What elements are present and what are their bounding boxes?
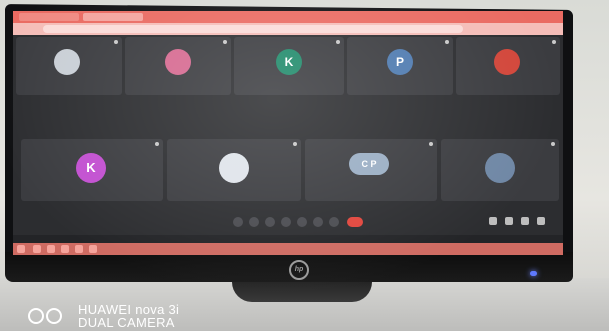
participant-tile[interactable] bbox=[167, 139, 301, 201]
browser-tab[interactable] bbox=[83, 13, 143, 21]
captions-icon[interactable] bbox=[281, 217, 291, 227]
power-led-icon bbox=[530, 271, 537, 276]
participant-tile[interactable] bbox=[16, 37, 122, 95]
address-bar[interactable] bbox=[43, 25, 463, 33]
monitor-screen: K P K C P bbox=[13, 11, 563, 255]
participant-tile[interactable]: K bbox=[234, 37, 344, 95]
chat-icon[interactable] bbox=[521, 217, 529, 225]
participant-avatar: P bbox=[387, 49, 413, 75]
taskbar-app-icon[interactable] bbox=[33, 245, 41, 253]
taskbar-app-icon[interactable] bbox=[47, 245, 55, 253]
participant-avatar bbox=[165, 49, 191, 75]
info-icon[interactable] bbox=[489, 217, 497, 225]
participant-avatar: K bbox=[76, 153, 106, 183]
end-call-button[interactable] bbox=[347, 217, 363, 227]
participant-avatar bbox=[54, 49, 80, 75]
os-taskbar bbox=[13, 243, 563, 255]
pin-icon[interactable] bbox=[552, 40, 556, 44]
hp-logo-icon: hp bbox=[289, 260, 309, 280]
participant-tile[interactable]: K bbox=[21, 139, 163, 201]
browser-tab[interactable] bbox=[19, 13, 79, 21]
more-icon[interactable] bbox=[329, 217, 339, 227]
participant-tile[interactable] bbox=[125, 37, 231, 95]
participant-tile[interactable] bbox=[456, 37, 560, 95]
mic-icon[interactable] bbox=[265, 217, 275, 227]
participant-avatar bbox=[219, 153, 249, 183]
pin-icon[interactable] bbox=[336, 40, 340, 44]
pin-icon[interactable] bbox=[293, 142, 297, 146]
raise-hand-icon[interactable] bbox=[297, 217, 307, 227]
camera-icon[interactable] bbox=[249, 217, 259, 227]
participant-tile[interactable]: C P bbox=[305, 139, 437, 201]
pin-icon[interactable] bbox=[551, 142, 555, 146]
participant-avatar bbox=[494, 49, 520, 75]
pin-icon[interactable] bbox=[223, 40, 227, 44]
more-options-icon[interactable] bbox=[233, 217, 243, 227]
browser-tab-bar bbox=[13, 11, 563, 23]
participant-tile[interactable]: P bbox=[347, 37, 453, 95]
participant-tile[interactable] bbox=[441, 139, 559, 201]
camera-logo-icon bbox=[28, 308, 68, 324]
people-icon[interactable] bbox=[505, 217, 513, 225]
start-icon[interactable] bbox=[17, 245, 25, 253]
pin-icon[interactable] bbox=[114, 40, 118, 44]
participant-group-avatar: C P bbox=[349, 153, 389, 175]
watermark-camera: DUAL CAMERA bbox=[78, 315, 175, 330]
participant-avatar: K bbox=[276, 49, 302, 75]
taskbar-app-icon[interactable] bbox=[75, 245, 83, 253]
pin-icon[interactable] bbox=[429, 142, 433, 146]
participant-avatar bbox=[485, 153, 515, 183]
taskbar-app-icon[interactable] bbox=[89, 245, 97, 253]
pin-icon[interactable] bbox=[445, 40, 449, 44]
present-icon[interactable] bbox=[313, 217, 323, 227]
photo-scene: hp K P K C P HUAWEI nova 3i DUAL CAMERA bbox=[0, 0, 609, 331]
taskbar-app-icon[interactable] bbox=[61, 245, 69, 253]
activities-icon[interactable] bbox=[537, 217, 545, 225]
pin-icon[interactable] bbox=[155, 142, 159, 146]
